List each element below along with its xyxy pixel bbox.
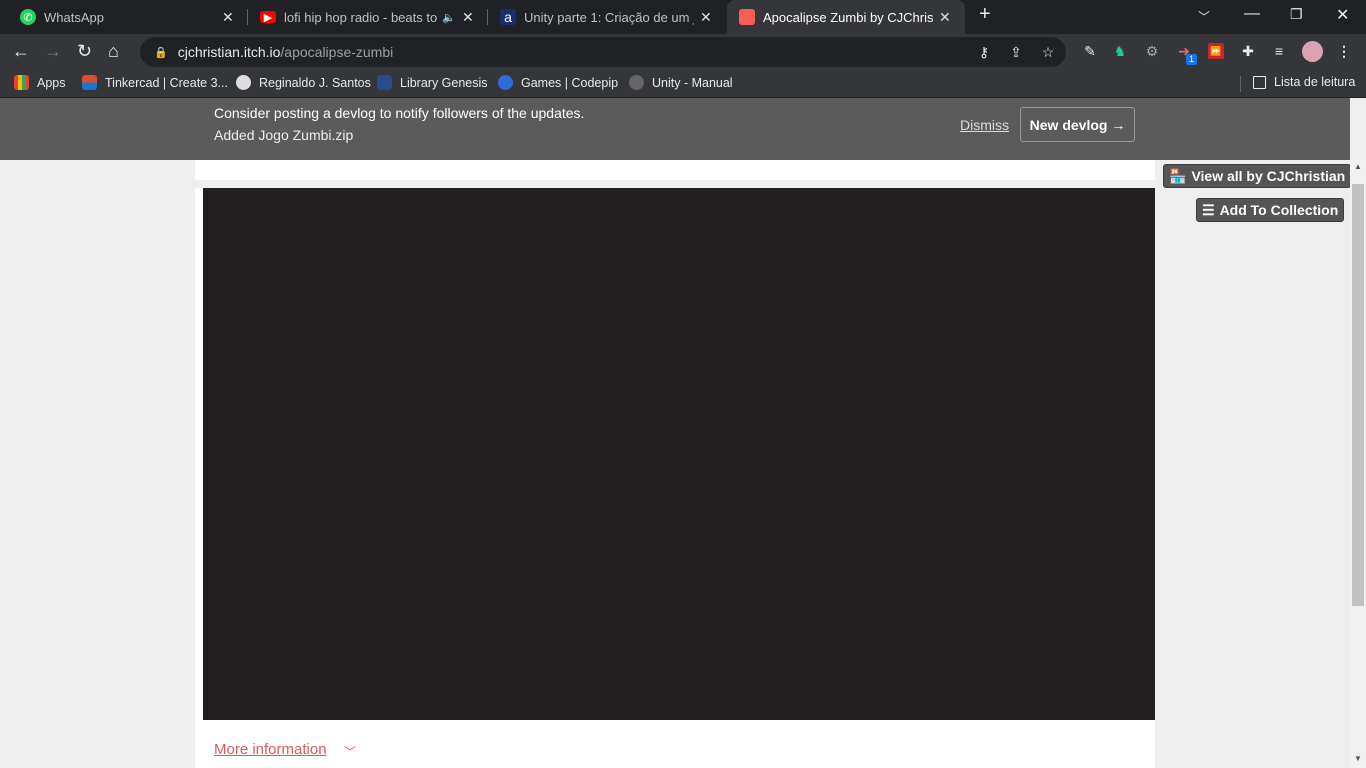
close-tab-icon[interactable]: ✕ xyxy=(700,9,714,26)
unity-icon xyxy=(629,75,644,90)
close-tab-icon[interactable]: ✕ xyxy=(939,9,953,26)
codepip-icon xyxy=(498,75,513,90)
tab-youtube[interactable]: ▶ lofi hip hop radio - beats to relax 🔈 … xyxy=(248,0,488,34)
alura-icon: a xyxy=(500,9,516,25)
tab-title: Unity parte 1: Criação de um jogo xyxy=(524,9,694,25)
extension-mascot-icon[interactable]: ♞ xyxy=(1112,43,1128,59)
close-tab-icon[interactable]: ✕ xyxy=(462,9,476,26)
bookmark-label: Games | Codepip xyxy=(521,75,619,90)
reading-list-label: Lista de leitura xyxy=(1274,75,1356,89)
forward-button[interactable]: → xyxy=(44,41,62,62)
divider xyxy=(195,180,1155,188)
url-path: /apocalipse-zumbi xyxy=(280,44,394,60)
audio-playing-icon[interactable]: 🔈 xyxy=(442,11,456,24)
chevron-down-icon[interactable]: ﹀ xyxy=(344,743,356,760)
password-key-icon[interactable]: ⚷ xyxy=(976,44,992,60)
scroll-down-arrow-icon[interactable]: ▼ xyxy=(1354,754,1362,763)
close-tab-icon[interactable]: ✕ xyxy=(222,9,236,26)
profile-avatar[interactable] xyxy=(1302,41,1323,62)
bookmark-tinkercad[interactable]: Tinkercad | Create 3... xyxy=(82,75,228,90)
bookmarks-bar: Apps Tinkercad | Create 3... Reginaldo J… xyxy=(0,70,1366,98)
reading-list-icon xyxy=(1253,75,1266,89)
button-label: View all by CJChristian xyxy=(1191,168,1346,184)
game-embed-frame[interactable] xyxy=(203,188,1155,720)
back-button[interactable]: ← xyxy=(12,41,30,62)
extensions-puzzle-icon[interactable]: ✚ xyxy=(1240,43,1256,59)
itch-icon xyxy=(739,9,755,25)
bookmark-unity[interactable]: Unity - Manual xyxy=(629,75,733,90)
share-icon[interactable]: ⇪ xyxy=(1008,44,1024,60)
restore-button[interactable]: ❐ xyxy=(1290,6,1303,23)
new-tab-button[interactable]: + xyxy=(979,3,991,26)
bookmark-reginaldo[interactable]: Reginaldo J. Santos xyxy=(236,75,371,90)
media-control-icon[interactable]: ≡ xyxy=(1271,43,1287,59)
bookmark-libgen[interactable]: Library Genesis xyxy=(377,75,488,90)
banner-message: Consider posting a devlog to notify foll… xyxy=(214,105,585,121)
home-button[interactable]: ⌂ xyxy=(108,41,119,62)
bookmark-separator xyxy=(1240,76,1241,92)
dismiss-link[interactable]: Dismiss xyxy=(960,117,1009,133)
whatsapp-icon: ✆ xyxy=(20,9,36,25)
extension-gear-icon[interactable]: ⚙ xyxy=(1144,43,1160,59)
bookmark-label: Tinkercad | Create 3... xyxy=(105,75,228,90)
url-host: cjchristian.itch.io xyxy=(177,44,281,60)
tab-title: lofi hip hop radio - beats to relax xyxy=(284,9,438,25)
bookmark-label: Library Genesis xyxy=(400,75,488,90)
tab-strip: ✆ WhatsApp ✕ ▶ lofi hip hop radio - beat… xyxy=(0,0,1366,34)
button-label: Add To Collection xyxy=(1219,202,1339,218)
tab-title: Apocalipse Zumbi by CJChristian xyxy=(763,9,933,25)
bookmark-label: Apps xyxy=(37,75,66,90)
tab-whatsapp[interactable]: ✆ WhatsApp ✕ xyxy=(8,0,248,34)
bookmark-label: Reginaldo J. Santos xyxy=(259,75,371,90)
bookmark-codepip[interactable]: Games | Codepip xyxy=(498,75,618,90)
lock-icon: 🔒 xyxy=(154,46,168,59)
apps-grid-icon xyxy=(14,75,29,90)
reading-list-button[interactable]: Lista de leitura xyxy=(1253,75,1355,89)
extension-pen-icon[interactable]: ✎ xyxy=(1082,43,1098,59)
browser-toolbar: ← → ↻ ⌂ 🔒 cjchristian.itch.io/apocalipse… xyxy=(0,34,1366,70)
itch-store-icon: 🏪 xyxy=(1169,167,1187,184)
close-window-button[interactable]: ✕ xyxy=(1336,5,1349,25)
youtube-icon: ▶ xyxy=(260,11,276,24)
add-to-collection-button[interactable]: ☰ Add To Collection xyxy=(1196,198,1345,222)
bookmark-apps[interactable]: Apps xyxy=(14,75,66,90)
tinkercad-icon xyxy=(82,75,97,90)
view-all-by-author-button[interactable]: 🏪 View all by CJChristian xyxy=(1163,164,1352,188)
reload-button[interactable]: ↻ xyxy=(77,41,92,62)
tab-title: WhatsApp xyxy=(44,9,104,25)
tab-search-button[interactable]: ﹀ xyxy=(1198,8,1210,25)
more-information-link[interactable]: More information xyxy=(214,741,327,758)
bookmark-label: Unity - Manual xyxy=(652,75,733,90)
minimize-button[interactable]: — xyxy=(1244,5,1260,23)
globe-icon xyxy=(236,75,251,90)
extension-badge: 1 xyxy=(1186,54,1197,65)
menu-kebab-icon[interactable]: ⋮ xyxy=(1336,43,1352,59)
extension-fastforward-icon[interactable]: ⏩ xyxy=(1208,43,1224,59)
new-devlog-button[interactable]: New devlog → xyxy=(1020,107,1135,142)
scrollbar-thumb[interactable] xyxy=(1352,184,1364,606)
bookmark-star-icon[interactable]: ☆ xyxy=(1040,44,1056,60)
add-list-icon: ☰ xyxy=(1202,201,1215,218)
banner-detail: Added Jogo Zumbi.zip xyxy=(214,127,354,143)
libgen-icon xyxy=(377,75,392,90)
scroll-up-arrow-icon[interactable]: ▲ xyxy=(1354,162,1362,171)
tab-apocalipse-zumbi[interactable]: Apocalipse Zumbi by CJChristian ✕ xyxy=(727,0,965,34)
address-bar[interactable]: 🔒 cjchristian.itch.io/apocalipse-zumbi ⚷… xyxy=(140,37,1066,67)
tab-unity-course[interactable]: a Unity parte 1: Criação de um jogo ✕ xyxy=(488,0,726,34)
devlog-notice-banner: Consider posting a devlog to notify foll… xyxy=(0,98,1350,160)
